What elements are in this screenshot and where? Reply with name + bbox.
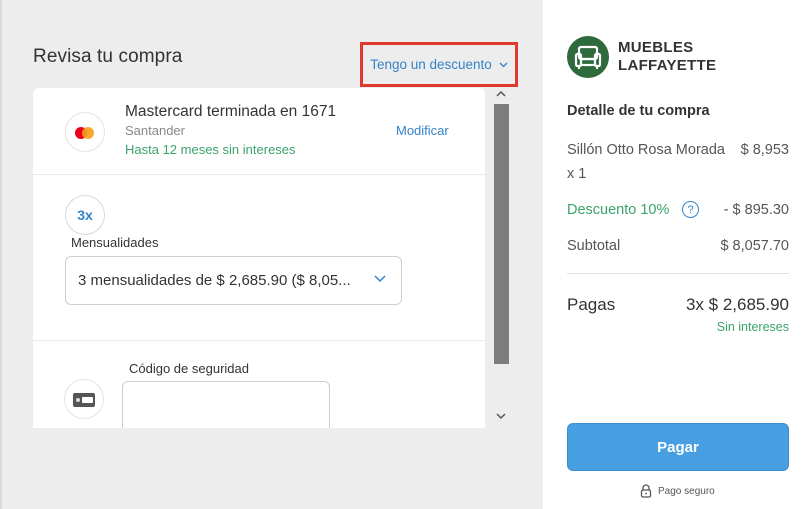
item-name: Sillón Otto Rosa Morada: [567, 142, 725, 158]
discount-link[interactable]: Tengo un descuento: [360, 42, 518, 87]
installments-badge: 3x: [65, 195, 105, 235]
lock-icon: [640, 484, 652, 498]
installments-select[interactable]: 3 mensualidades de $ 2,685.90 ($ 8,05...: [65, 256, 402, 305]
help-icon[interactable]: ?: [682, 201, 699, 218]
pay-button[interactable]: Pagar: [567, 423, 789, 471]
item-quantity: x 1: [567, 166, 587, 182]
mastercard-icon: [65, 112, 105, 152]
chevron-down-icon: [373, 271, 387, 285]
discount-value: - $ 895.30: [723, 202, 789, 218]
secure-payment-label: Pago seguro: [658, 485, 715, 497]
security-code-label: Código de seguridad: [129, 361, 249, 376]
card-cvv-icon: [64, 379, 104, 419]
scrollbar-thumb[interactable]: [494, 104, 509, 364]
scroll-down-icon[interactable]: [496, 411, 506, 423]
payment-method-section: Mastercard terminada en 1671 Santander H…: [33, 88, 485, 175]
merchant-name-line1: MUEBLES: [618, 39, 694, 56]
scroll-up-icon[interactable]: [496, 88, 506, 100]
merchant-name: MUEBLES LAFFAYETTE: [618, 39, 716, 75]
card-promo: Hasta 12 meses sin intereses: [125, 142, 296, 157]
window-edge: [0, 0, 2, 509]
installments-selected-value: 3 mensualidades de $ 2,685.90 ($ 8,05...: [78, 272, 351, 289]
payment-card: Mastercard terminada en 1671 Santander H…: [33, 88, 485, 428]
subtotal-value: $ 8,057.70: [720, 238, 789, 254]
security-code-input[interactable]: [122, 381, 330, 428]
pay-note: Sin intereses: [716, 320, 789, 334]
chevron-down-icon: [499, 60, 508, 70]
summary-title: Detalle de tu compra: [567, 103, 710, 119]
scrollbar[interactable]: [490, 88, 512, 428]
installments-label: Mensualidades: [71, 235, 159, 250]
pay-value: 3x $ 2,685.90: [685, 295, 789, 314]
page-title: Revisa tu compra: [33, 46, 183, 67]
discount-label: Descuento 10%: [567, 202, 670, 218]
subtotal-label: Subtotal: [567, 238, 621, 254]
divider: [567, 273, 789, 274]
pay-label: Pagas: [567, 295, 616, 314]
card-name: Mastercard terminada en 1671: [125, 103, 337, 120]
discount-link-label: Tengo un descuento: [370, 57, 492, 72]
card-bank: Santander: [125, 123, 185, 138]
item-price: $ 8,953: [740, 142, 789, 158]
merchant-name-line2: LAFFAYETTE: [618, 57, 717, 74]
armchair-logo-icon: [567, 36, 609, 78]
modify-link[interactable]: Modificar: [396, 123, 449, 138]
secure-payment: Pago seguro: [640, 484, 715, 498]
